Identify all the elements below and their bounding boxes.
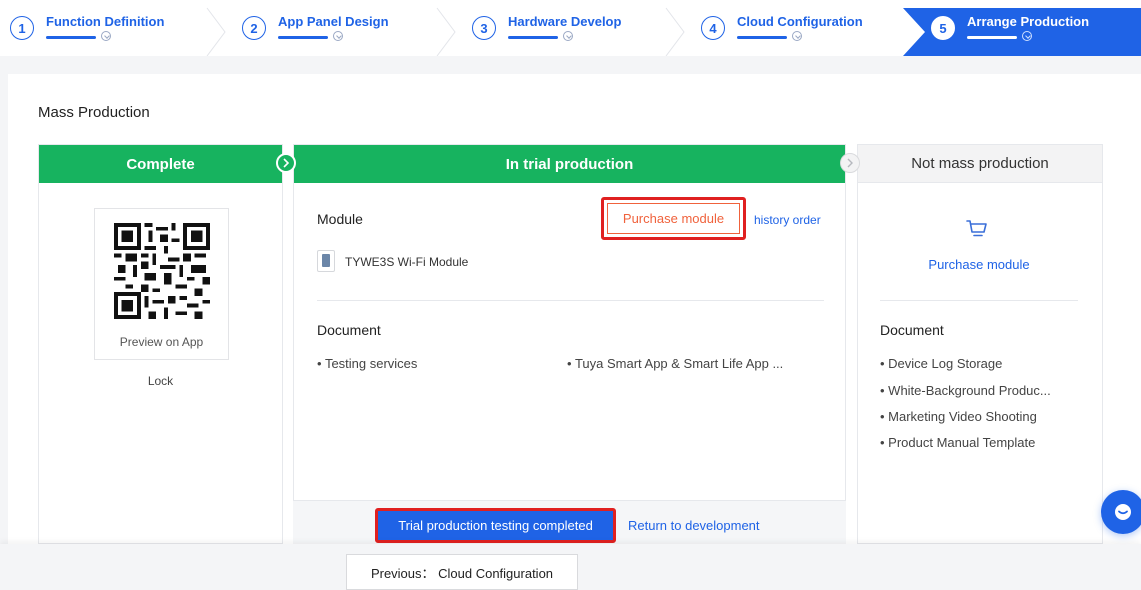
lock-label: Lock: [147, 374, 174, 388]
step-label: Hardware Develop: [508, 14, 622, 29]
document-item[interactable]: • Tuya Smart App & Smart Life App ...: [567, 356, 824, 371]
stage-mass-header: Not mass production: [858, 145, 1102, 183]
trial-production-complete-button[interactable]: Trial production testing completed: [375, 508, 616, 543]
history-order-link[interactable]: history order: [754, 213, 821, 227]
document-item-label: Testing services: [324, 356, 418, 371]
document-item-label: Product Manual Template: [888, 435, 1036, 450]
stage-complete-header: Complete: [39, 145, 282, 183]
divider: [317, 300, 824, 301]
progress-stepper: 1 Function Definition 2 App Panel Design…: [0, 0, 1141, 56]
chevron-right-icon: [276, 153, 296, 173]
shopping-cart-icon[interactable]: [965, 218, 989, 240]
qr-code-icon: [114, 223, 210, 319]
step-label: Arrange Production: [967, 14, 1090, 29]
chat-button[interactable]: [1101, 490, 1141, 534]
document-item[interactable]: • Device Log Storage: [880, 356, 1080, 371]
document-item-label: White-Background Produc...: [888, 383, 1051, 398]
step-label: Cloud Configuration: [737, 14, 863, 29]
module-name: TYWE3S Wi-Fi Module: [345, 255, 469, 269]
module-chip-icon: [317, 250, 335, 272]
qr-caption: Preview on App: [119, 335, 204, 349]
document-label: Document: [880, 322, 944, 338]
chevron-down-icon[interactable]: [1022, 31, 1032, 41]
purchase-module-button-label: Purchase module: [607, 203, 740, 234]
stage-trial-panel: In trial production: [293, 144, 846, 544]
document-label: Document: [317, 322, 381, 338]
document-item-label: Tuya Smart App & Smart Life App ...: [574, 356, 784, 371]
step-progress-bar: [46, 36, 96, 39]
document-item-label: Device Log Storage: [888, 356, 1003, 371]
chat-icon: [1115, 504, 1131, 520]
step-label: Function Definition: [46, 14, 165, 29]
document-item[interactable]: • Marketing Video Shooting: [880, 409, 1080, 424]
step-label: App Panel Design: [278, 14, 389, 29]
step-number: 2: [242, 16, 266, 40]
purchase-module-button[interactable]: Purchase module: [601, 197, 746, 240]
page-title: Mass Production: [38, 104, 150, 121]
chevron-right-icon: [840, 153, 860, 173]
chevron-down-icon[interactable]: [333, 31, 343, 41]
qr-preview-card[interactable]: Preview on App: [94, 208, 229, 360]
step-separator: [665, 7, 685, 56]
document-item[interactable]: • Testing services: [317, 356, 537, 371]
step-number: 1: [10, 16, 34, 40]
chevron-down-icon[interactable]: [563, 31, 573, 41]
step-progress-bar: [278, 36, 328, 39]
document-item[interactable]: • Product Manual Template: [880, 435, 1080, 450]
document-item[interactable]: • White-Background Produc...: [880, 383, 1080, 398]
step-separator: [436, 7, 456, 56]
step-progress-bar: [967, 36, 1017, 39]
stage-trial-header: In trial production: [294, 145, 845, 183]
divider: [880, 300, 1078, 301]
step-progress-bar: [508, 36, 558, 39]
step-separator: [206, 7, 226, 56]
purchase-module-link[interactable]: Purchase module: [880, 257, 1078, 272]
return-to-development-link[interactable]: Return to development: [628, 518, 760, 533]
module-label: Module: [317, 211, 363, 227]
stage-mass-panel: Not mass production: [857, 144, 1103, 544]
chevron-down-icon[interactable]: [792, 31, 802, 41]
step-number: 5: [931, 16, 955, 40]
step-number: 3: [472, 16, 496, 40]
step-number: 4: [701, 16, 725, 40]
previous-step-button[interactable]: Previous： Cloud Configuration: [346, 554, 578, 590]
chevron-down-icon[interactable]: [101, 31, 111, 41]
step-progress-bar: [737, 36, 787, 39]
document-item-label: Marketing Video Shooting: [888, 409, 1037, 424]
